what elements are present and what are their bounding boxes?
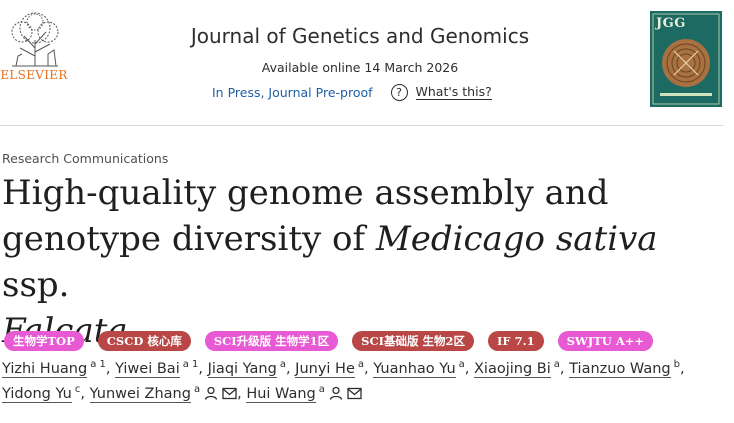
whats-this-link[interactable]: What's this? [415,84,492,100]
person-icon[interactable] [329,386,343,400]
question-circle-icon: ? [390,83,408,101]
author-list: Yizhi Huang a 1, Yiwei Bai a 1, Jiaqi Yang… [2,359,685,403]
badge-swjtu[interactable]: SWJTU A++ [557,331,654,351]
journal-cover-image[interactable]: JGG [650,11,722,107]
author-item[interactable]: Xiaojing Bi a [474,360,560,378]
in-press-link[interactable]: In Press, Journal Pre-proof [212,85,373,100]
journal-badges: 生物学TOP CSCD 核心库 SCI升级版 生物学1区 SCI基础版 生物2区… [4,331,667,351]
badge-sci-upgrade[interactable]: SCI升级版 生物学1区 [204,331,339,351]
badge-cscd-core[interactable]: CSCD 核心库 [97,331,191,351]
available-online-date: Available online 14 March 2026 [261,60,459,75]
person-icon[interactable] [204,386,218,400]
header-divider [0,125,724,126]
whats-this-button[interactable]: ? What's this? [390,83,492,101]
title-line-1: High-quality genome assembly and [2,173,609,213]
cover-journal-abbr: JGG [656,16,686,31]
article-type: Research Communications [2,151,169,166]
author-item[interactable]: Yiwei Bai a 1 [115,360,198,378]
author-item[interactable]: Tianzuo Wang b [569,360,680,378]
title-line-2b: ssp. [2,265,70,305]
author-item[interactable]: Yunwei Zhang a [89,385,238,403]
author-item[interactable]: Yizhi Huang a 1 [2,360,106,378]
author-item[interactable]: Junyi He a [295,360,364,378]
journal-title[interactable]: Journal of Genetics and Genomics [160,24,560,48]
author-item[interactable]: Jiaqi Yang a [207,360,286,378]
elsevier-tree-icon [11,12,59,67]
badge-impact-factor[interactable]: IF 7.1 [488,331,544,351]
author-item[interactable]: Yuanhao Yu a [373,360,465,378]
publisher-name: ELSEVIER [0,68,68,82]
title-species: Medicago sativa [375,219,658,259]
envelope-icon[interactable] [347,387,362,400]
badge-sci-basic[interactable]: SCI基础版 生物2区 [352,331,475,351]
title-line-2a: genotype diversity of [2,219,376,259]
badge-biology-top[interactable]: 生物学TOP [4,331,84,351]
author-item[interactable]: Hui Wang a [246,385,362,403]
article-title: High-quality genome assembly and genotyp… [2,170,722,354]
status-row: In Press, Journal Pre-proof ? What's thi… [212,82,492,102]
envelope-icon[interactable] [222,387,237,400]
author-item[interactable]: Yidong Yu c [2,385,80,403]
